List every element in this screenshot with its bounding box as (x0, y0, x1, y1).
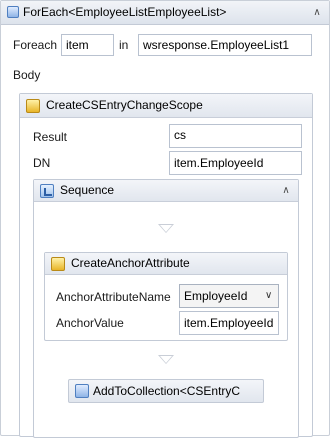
scope-activity-icon (26, 99, 40, 113)
drop-target-arrow-inner (160, 356, 172, 363)
create-anchor-attribute-activity[interactable]: CreateAnchorAttribute AnchorAttributeNam… (44, 252, 288, 341)
foreach-label: Foreach (13, 38, 58, 52)
anchor-value-input[interactable]: item.EmployeeId (179, 311, 279, 335)
result-input[interactable]: cs (169, 124, 302, 148)
double-chevron-up-icon[interactable]: ∧ (279, 184, 293, 198)
anchor-attribute-name-select[interactable]: EmployeeId ∨ (179, 284, 279, 308)
foreach-title: ForEach<EmployeeListEmployeeList> (23, 5, 227, 19)
dn-label: DN (33, 156, 51, 170)
sequence-header[interactable]: Sequence ∧ (34, 180, 298, 202)
item-variable-input[interactable]: item (61, 34, 114, 56)
anchor-value-label: AnchorValue (56, 316, 124, 330)
scope-header[interactable]: CreateCSEntryChangeScope (20, 94, 312, 118)
anchor-attribute-name-value: EmployeeId (184, 289, 248, 303)
add-to-collection-activity[interactable]: AddToCollection<CSEntryC (68, 379, 264, 403)
foreach-activity[interactable]: ForEach<EmployeeListEmployeeList> ∧ Fore… (0, 0, 330, 438)
create-cs-entry-change-scope-activity[interactable]: CreateCSEntryChangeScope Result cs DN it… (19, 93, 313, 438)
anchor-title: CreateAnchorAttribute (71, 256, 190, 270)
add-to-collection-title: AddToCollection<CSEntryC (93, 384, 241, 398)
drop-target-arrow-inner (160, 225, 172, 232)
add-to-collection-icon (75, 384, 89, 398)
sequence-activity-icon (40, 184, 54, 198)
anchor-header[interactable]: CreateAnchorAttribute (45, 253, 287, 275)
result-label: Result (33, 130, 68, 144)
collection-input[interactable]: wsresponse.EmployeeList1 (138, 34, 312, 56)
anchor-attribute-name-label: AnchorAttributeName (56, 290, 171, 304)
sequence-activity[interactable]: Sequence ∧ CreateAnchorAttribute AnchorA… (33, 179, 299, 438)
scope-title: CreateCSEntryChangeScope (46, 98, 203, 112)
sequence-title: Sequence (60, 183, 115, 197)
in-label: in (119, 38, 129, 52)
body-label: Body (13, 68, 41, 82)
foreach-header[interactable]: ForEach<EmployeeListEmployeeList> ∧ (1, 1, 329, 25)
anchor-activity-icon (51, 257, 65, 271)
dn-input[interactable]: item.EmployeeId (169, 151, 302, 175)
double-chevron-up-icon[interactable]: ∧ (310, 6, 324, 20)
chevron-down-icon[interactable]: ∨ (265, 285, 272, 307)
foreach-activity-icon (7, 6, 19, 18)
